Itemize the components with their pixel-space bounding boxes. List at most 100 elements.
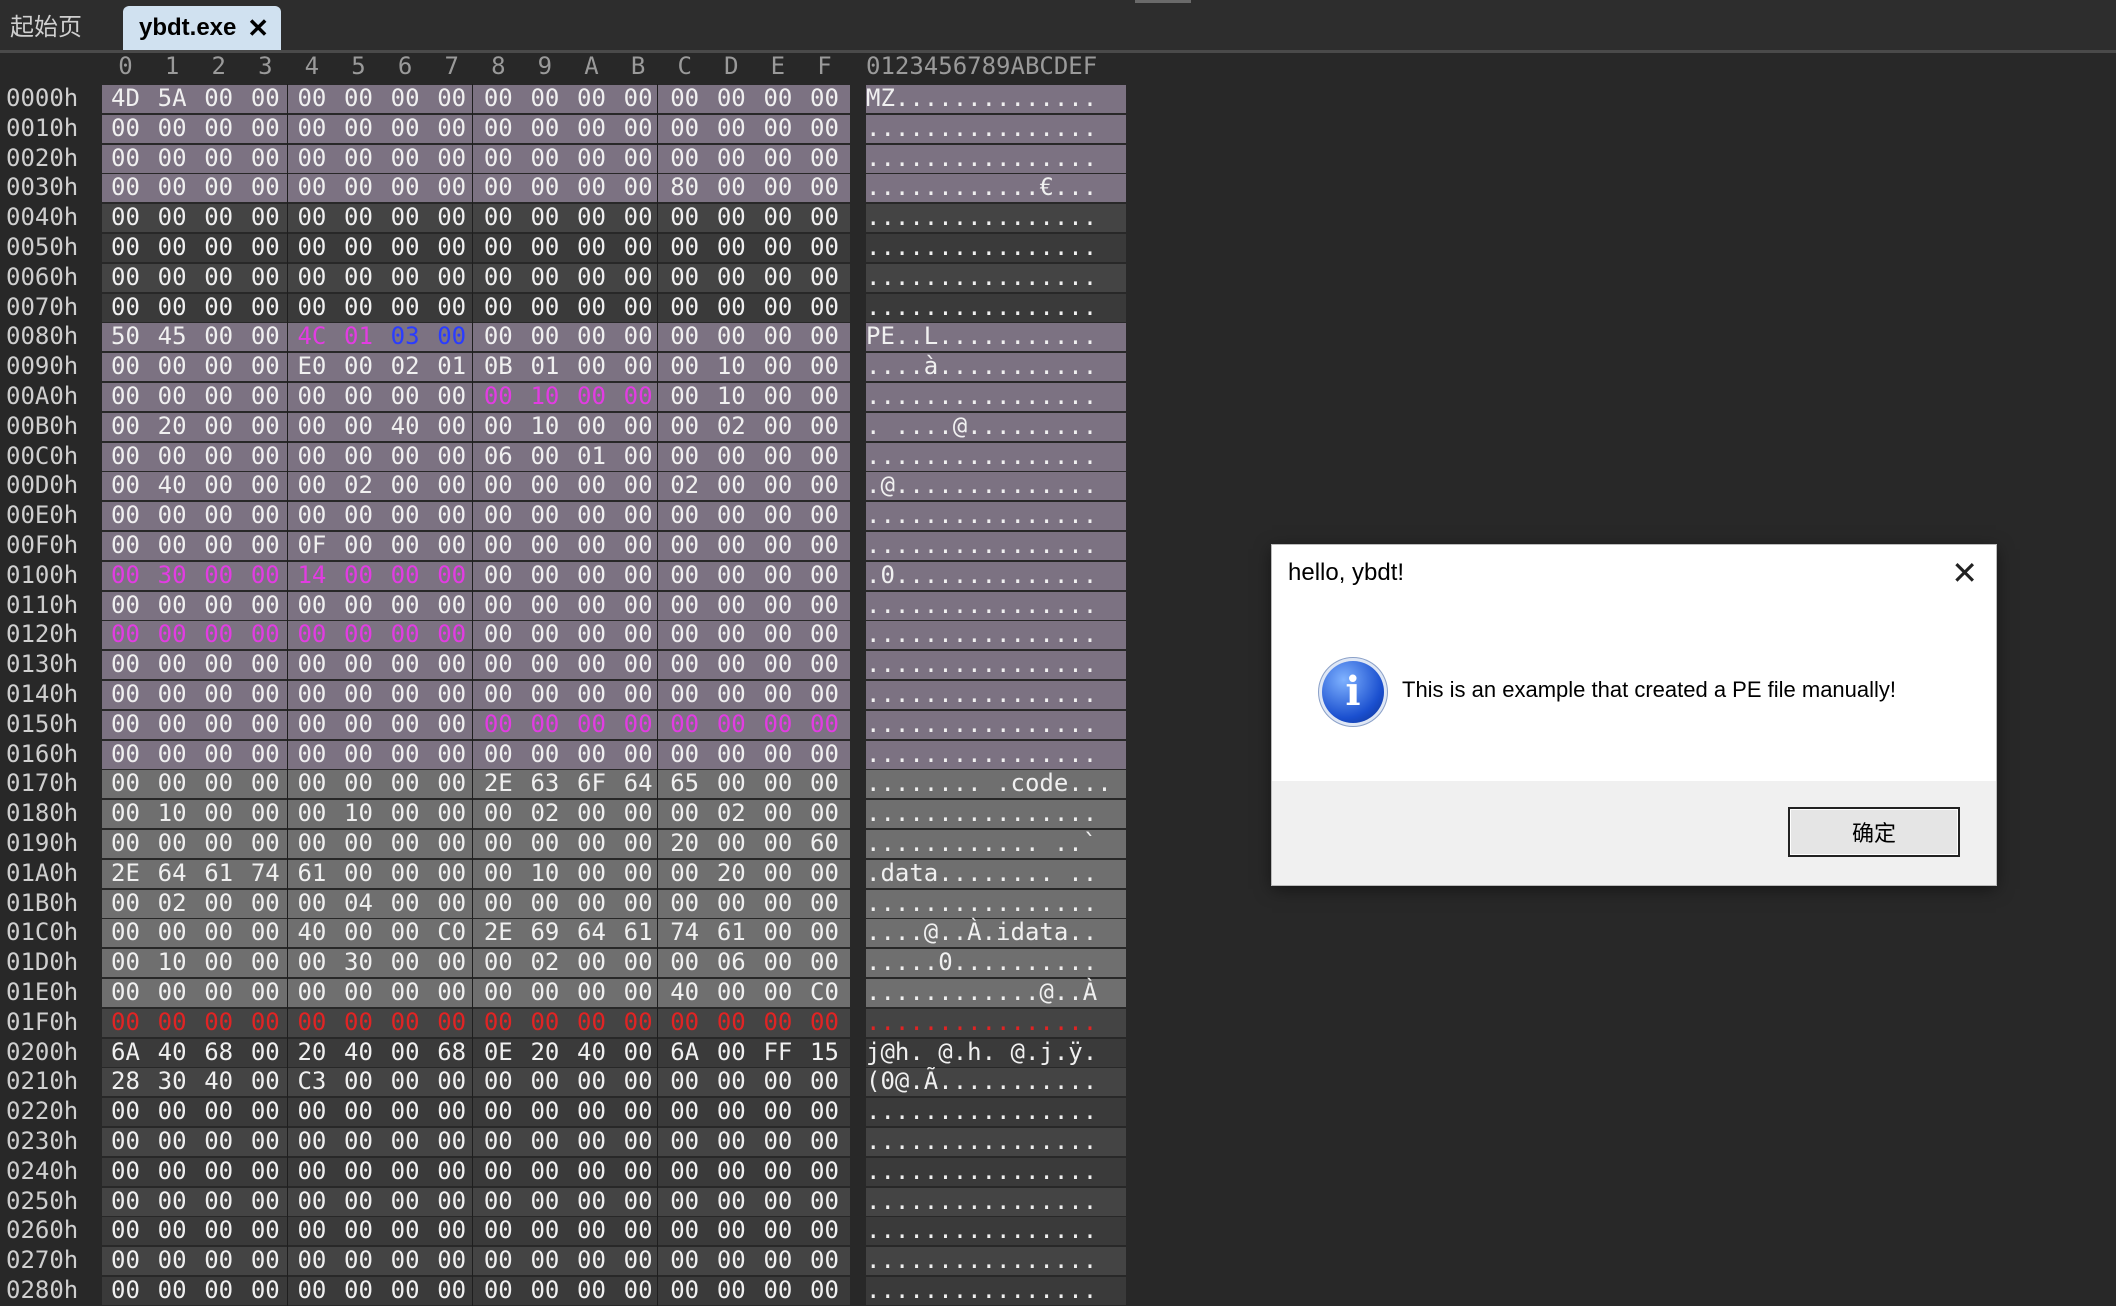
hex-byte[interactable]: 00 (195, 561, 242, 589)
hex-byte[interactable]: 00 (288, 1157, 335, 1185)
hex-byte[interactable]: 00 (801, 233, 848, 261)
hex-byte[interactable]: 00 (195, 203, 242, 231)
hex-byte[interactable]: 00 (102, 1187, 149, 1215)
hex-byte[interactable]: 00 (708, 1097, 755, 1125)
hex-byte[interactable]: 00 (149, 263, 196, 291)
hex-byte[interactable]: 00 (149, 710, 196, 738)
hex-byte[interactable]: 00 (615, 889, 662, 917)
hex-byte[interactable]: 00 (754, 322, 801, 350)
hex-byte[interactable]: 30 (149, 1067, 196, 1095)
hex-byte[interactable]: 02 (708, 799, 755, 827)
hex-byte[interactable]: 00 (428, 1127, 475, 1155)
hex-byte[interactable]: 00 (801, 322, 848, 350)
ascii-text[interactable]: MZ.............. (866, 84, 1126, 112)
hex-byte[interactable]: 00 (335, 173, 382, 201)
hex-byte[interactable]: 00 (335, 710, 382, 738)
hex-byte[interactable]: 00 (801, 382, 848, 410)
hex-byte[interactable]: 00 (521, 263, 568, 291)
hex-byte[interactable]: 00 (754, 829, 801, 857)
hex-byte[interactable]: 00 (568, 1127, 615, 1155)
hex-byte[interactable]: 4C (288, 322, 335, 350)
hex-byte[interactable]: 00 (102, 1216, 149, 1244)
hex-byte[interactable]: 00 (288, 501, 335, 529)
hex-byte[interactable]: 00 (521, 1216, 568, 1244)
hex-byte[interactable]: 00 (568, 561, 615, 589)
hex-byte[interactable]: 00 (242, 173, 289, 201)
hex-byte[interactable]: 00 (521, 710, 568, 738)
hex-byte[interactable]: 00 (708, 531, 755, 559)
hex-byte[interactable]: 00 (195, 978, 242, 1006)
hex-byte[interactable]: 00 (568, 1157, 615, 1185)
hex-byte[interactable]: 00 (382, 114, 429, 142)
hex-byte[interactable]: 00 (382, 620, 429, 648)
hex-byte[interactable]: 00 (288, 442, 335, 470)
hex-byte[interactable]: 00 (382, 859, 429, 887)
hex-byte[interactable]: 00 (521, 1008, 568, 1036)
hex-byte[interactable]: 00 (428, 740, 475, 768)
hex-byte[interactable]: 00 (568, 1067, 615, 1095)
hex-byte[interactable]: 00 (335, 1187, 382, 1215)
hex-byte[interactable]: 00 (568, 799, 615, 827)
hex-byte[interactable]: 00 (661, 591, 708, 619)
ascii-text[interactable]: ................ (866, 233, 1126, 261)
hex-byte[interactable]: 00 (475, 84, 522, 112)
hex-byte[interactable]: 00 (801, 173, 848, 201)
hex-byte[interactable]: 00 (568, 740, 615, 768)
hex-byte[interactable]: 00 (708, 1008, 755, 1036)
hex-byte[interactable]: 10 (521, 412, 568, 440)
hex-byte[interactable]: 00 (102, 740, 149, 768)
hex-byte[interactable]: 00 (428, 203, 475, 231)
hex-byte[interactable]: 00 (195, 501, 242, 529)
hex-byte[interactable]: 00 (754, 1246, 801, 1274)
hex-byte[interactable]: 00 (382, 1008, 429, 1036)
hex-byte[interactable]: 00 (428, 978, 475, 1006)
hex-byte[interactable]: 00 (149, 769, 196, 797)
hex-byte[interactable]: 00 (242, 501, 289, 529)
hex-byte[interactable]: 00 (242, 263, 289, 291)
hex-byte[interactable]: 00 (382, 650, 429, 678)
hex-byte[interactable]: 00 (801, 501, 848, 529)
hex-byte[interactable]: 00 (475, 1276, 522, 1304)
hex-byte[interactable]: 10 (521, 382, 568, 410)
hex-byte[interactable]: 00 (149, 352, 196, 380)
hex-byte[interactable]: 69 (521, 918, 568, 946)
hex-byte[interactable]: 00 (801, 203, 848, 231)
hex-byte[interactable]: 00 (195, 1216, 242, 1244)
hex-byte[interactable]: 00 (335, 203, 382, 231)
hex-byte[interactable]: 00 (475, 114, 522, 142)
hex-byte[interactable]: 00 (754, 1276, 801, 1304)
hex-byte[interactable]: 00 (754, 859, 801, 887)
hex-byte[interactable]: 00 (568, 859, 615, 887)
hex-byte[interactable]: 00 (615, 382, 662, 410)
hex-byte[interactable]: 00 (754, 1097, 801, 1125)
tab-ybdt-exe[interactable]: ybdt.exe ✕ (123, 6, 281, 50)
ascii-text[interactable]: ................ (866, 1097, 1126, 1125)
hex-byte[interactable]: 00 (521, 322, 568, 350)
hex-byte[interactable]: 00 (661, 680, 708, 708)
hex-byte[interactable]: 00 (195, 829, 242, 857)
hex-byte[interactable]: 00 (801, 442, 848, 470)
ascii-text[interactable]: ................ (866, 114, 1126, 142)
hex-byte[interactable]: 00 (102, 650, 149, 678)
hex-byte[interactable]: 00 (708, 114, 755, 142)
hex-byte[interactable]: 00 (242, 531, 289, 559)
hex-byte[interactable]: 00 (382, 203, 429, 231)
hex-byte[interactable]: 00 (661, 442, 708, 470)
hex-byte[interactable]: 00 (521, 1187, 568, 1215)
ascii-text[interactable]: ................ (866, 263, 1126, 291)
hex-byte[interactable]: 00 (801, 1008, 848, 1036)
hex-byte[interactable]: 00 (102, 233, 149, 261)
hex-byte[interactable]: 00 (801, 680, 848, 708)
hex-byte[interactable]: 00 (382, 889, 429, 917)
hex-byte[interactable]: 00 (242, 889, 289, 917)
hex-byte[interactable]: 45 (149, 322, 196, 350)
hex-byte[interactable]: 00 (335, 650, 382, 678)
hex-byte[interactable]: 00 (335, 293, 382, 321)
hex-byte[interactable]: 15 (801, 1038, 848, 1066)
hex-byte[interactable]: 00 (428, 620, 475, 648)
hex-byte[interactable]: 00 (521, 1157, 568, 1185)
hex-byte[interactable]: 00 (149, 173, 196, 201)
hex-byte[interactable]: 00 (242, 203, 289, 231)
hex-byte[interactable]: 00 (475, 978, 522, 1006)
hex-byte[interactable]: 00 (102, 501, 149, 529)
